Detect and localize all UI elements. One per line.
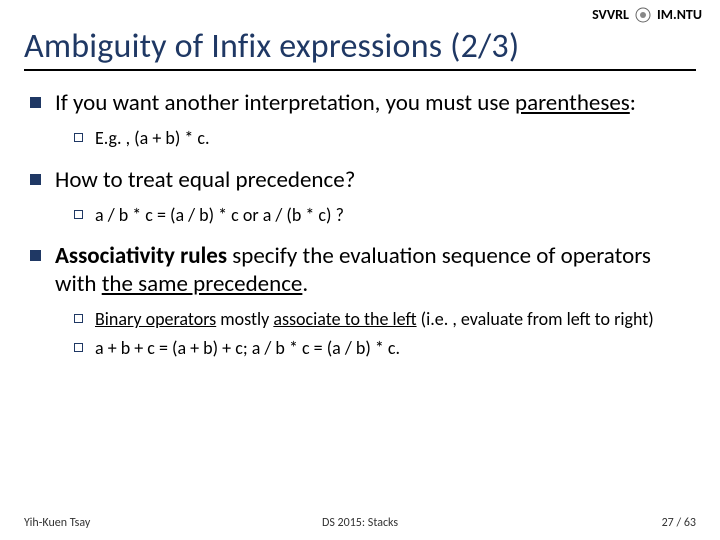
page-current: 27 (662, 516, 674, 530)
page-title: Ambiguity of Infix expressions (2/3) (24, 26, 696, 67)
bullet-3: Associativity rules specify the evaluati… (30, 242, 696, 359)
bullet-3-bold: Associativity rules (55, 242, 227, 270)
org-right: IM.NTU (657, 6, 702, 23)
square-bullet-icon (30, 174, 41, 185)
header-affiliation: SVVRL IM.NTU (592, 6, 702, 23)
hollow-square-bullet-icon (74, 314, 83, 323)
footer: Yih-Kuen Tsay DS 2015: Stacks 27 / 63 (24, 516, 696, 530)
bullet-2-text: How to treat equal precedence? (55, 166, 355, 194)
b3s1-u2: associate to the left (273, 308, 416, 330)
org-left: SVVRL (592, 6, 629, 23)
square-bullet-icon (30, 97, 41, 108)
b3s1-post: (i.e. , evaluate from left to right) (417, 308, 654, 330)
bullet-3-sub-1-text: Binary operators mostly associate to the… (95, 308, 654, 331)
bullet-3-sub-2-text: a + b + c = (a + b) + c; a / b * c = (a … (95, 337, 400, 360)
bullet-1: If you want another interpretation, you … (30, 89, 696, 150)
bullet-1-sub-1: E.g. , (a + b) * c. (74, 127, 696, 150)
bullet-1-post: : (630, 89, 636, 117)
content-area: If you want another interpretation, you … (24, 89, 696, 359)
bullet-1-underlined: parentheses (515, 89, 630, 117)
footer-author: Yih-Kuen Tsay (24, 516, 90, 530)
title-rule (24, 69, 696, 71)
bullet-3-post: . (302, 270, 308, 298)
bullet-2-sub-1-text: a / b * c = (a / b) * c or a / (b * c) ? (95, 204, 344, 227)
page-total: 63 (684, 516, 696, 530)
bullet-1-pre: If you want another interpretation, you … (55, 89, 515, 117)
footer-page: 27 / 63 (662, 516, 696, 530)
hollow-square-bullet-icon (74, 210, 83, 219)
ntu-logo-icon (635, 7, 651, 23)
hollow-square-bullet-icon (74, 343, 83, 352)
b3s1-mid: mostly (216, 308, 273, 330)
square-bullet-icon (30, 250, 41, 261)
footer-course: DS 2015: Stacks (322, 516, 398, 530)
bullet-3-text: Associativity rules specify the evaluati… (55, 242, 696, 298)
bullet-1-text: If you want another interpretation, you … (55, 89, 636, 117)
slide: SVVRL IM.NTU Ambiguity of Infix expressi… (0, 0, 720, 540)
bullet-1-sub-1-text: E.g. , (a + b) * c. (95, 127, 210, 150)
bullet-2: How to treat equal precedence? a / b * c… (30, 166, 696, 227)
bullet-list: If you want another interpretation, you … (30, 89, 696, 359)
bullet-3-underlined: the same precedence (102, 270, 303, 298)
hollow-square-bullet-icon (74, 133, 83, 142)
bullet-3-sub-2: a + b + c = (a + b) + c; a / b * c = (a … (74, 337, 696, 360)
bullet-3-sub-1: Binary operators mostly associate to the… (74, 308, 696, 331)
bullet-2-sub-1: a / b * c = (a / b) * c or a / (b * c) ? (74, 204, 696, 227)
page-sep: / (674, 516, 684, 530)
b3s1-u1: Binary operators (95, 308, 216, 330)
